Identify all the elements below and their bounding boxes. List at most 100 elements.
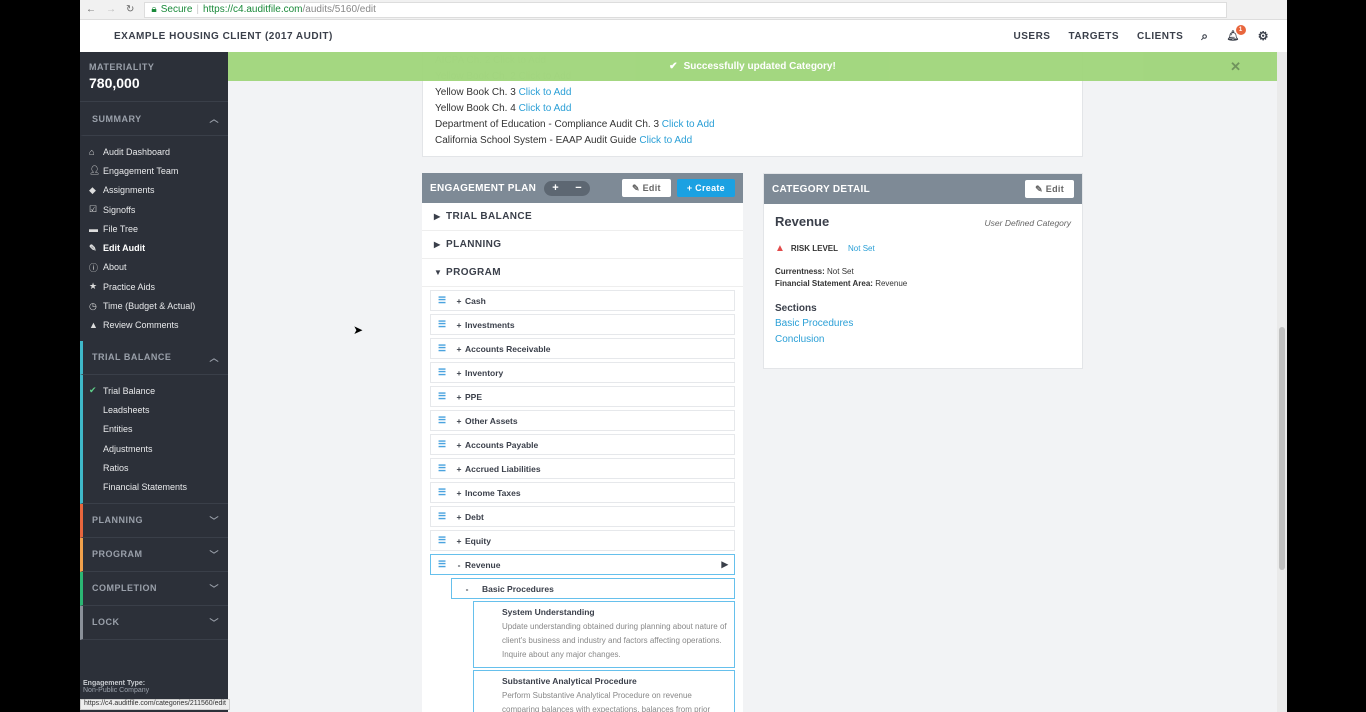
plan-group[interactable]: ▼ PROGRAM [422,259,743,287]
sidebar-item[interactable]: ◆ Assignments [80,181,228,200]
gear-icon[interactable]: ⚙ [1258,29,1269,43]
nav-clients[interactable]: CLIENTS [1137,31,1183,42]
sidebar-item[interactable]: 👤︎ Engagement Team [80,161,228,180]
category-row[interactable]: ☰ + Cash [430,290,735,311]
expand-icon[interactable]: + [453,368,465,378]
bell-icon[interactable]: 🔔︎ 1 [1227,24,1246,42]
nav-users[interactable]: USERS [1014,31,1051,42]
section-lock[interactable]: LOCK ﹀ [80,605,228,640]
category-row-revenue[interactable]: ☰ - Revenue ▶ [430,554,735,575]
expand-icon[interactable]: + [453,464,465,474]
expand-icon[interactable]: + [453,392,465,402]
sidebar-item[interactable]: Entities [83,420,228,439]
drag-handle-icon[interactable]: ☰ [431,295,453,306]
section-link[interactable]: Conclusion [775,332,1071,348]
pencil-icon: ✎ [89,242,97,253]
scrollbar[interactable] [1277,52,1287,712]
category-row[interactable]: ☰ + PPE [430,386,735,407]
address-bar[interactable]: 🔒︎ Secure | https://c4.auditfile.com/audits… [144,1,1227,18]
sidebar-item[interactable]: Financial Statements [83,477,228,496]
nav-targets[interactable]: TARGETS [1068,31,1119,42]
category-row[interactable]: ☰ + Accrued Liabilities [430,458,735,479]
edit-plan-button[interactable]: ✎ Edit [621,179,671,197]
sidebar-item[interactable]: Ratios [83,458,228,477]
sidebar-item[interactable]: ◷ Time (Budget & Actual) [80,296,228,315]
minus-icon[interactable]: − [575,182,582,194]
sidebar-item-label: Entities [103,424,133,435]
expand-icon[interactable]: + [453,320,465,330]
expand-icon[interactable]: + [453,512,465,522]
risk-value-link[interactable]: Not Set [848,244,875,253]
category-row[interactable]: ☰ + Income Taxes [430,482,735,503]
drag-handle-icon[interactable]: ☰ [431,367,453,378]
expand-collapse-toggle[interactable]: + − [544,180,591,196]
user-icon: 👤︎ [89,165,101,176]
click-to-add-link[interactable]: Click to Add [662,119,715,130]
expand-icon[interactable]: + [453,344,465,354]
expand-icon[interactable]: + [453,296,465,306]
section-link[interactable]: Basic Procedures [775,316,1071,332]
section-trial-balance[interactable]: TRIAL BALANCE ︿ [80,340,228,375]
sidebar-item[interactable]: ✔ Trial Balance [83,381,228,400]
info-icon: ⓘ [89,262,99,273]
forward-icon[interactable]: → [106,4,116,15]
collapse-icon[interactable]: - [453,560,465,570]
expand-icon[interactable]: + [453,440,465,450]
drag-handle-icon[interactable]: ☰ [431,319,453,330]
scrollbar-thumb[interactable] [1279,327,1285,570]
materiality-value: 780,000 [89,75,140,91]
section-row-basic-procedures[interactable]: - Basic Procedures [451,578,735,599]
edit-category-button[interactable]: ✎ Edit [1025,180,1074,198]
category-label: Equity [465,535,491,546]
category-row[interactable]: ☰ + Other Assets [430,410,735,431]
click-to-add-link[interactable]: Click to Add [639,135,692,146]
category-row[interactable]: ☰ + Inventory [430,362,735,383]
reload-icon[interactable]: ↻ [126,4,134,15]
drag-handle-icon[interactable]: ☰ [431,343,453,354]
plan-group[interactable]: ▶ TRIAL BALANCE [422,203,743,231]
click-to-add-link[interactable]: Click to Add [519,87,572,98]
drag-handle-icon[interactable]: ☰ [431,487,453,498]
caret-right-icon[interactable]: ▶ [721,559,728,570]
expand-icon[interactable]: + [453,488,465,498]
section-completion[interactable]: COMPLETION ﹀ [80,571,228,606]
drag-handle-icon[interactable]: ☰ [431,463,453,474]
sidebar-item[interactable]: ★ Practice Aids [80,277,228,296]
expand-icon[interactable]: + [453,536,465,546]
section-label: LOCK [92,617,120,628]
sidebar-item[interactable]: ▬ File Tree [80,219,228,238]
drag-handle-icon[interactable]: ☰ [431,511,453,522]
close-icon[interactable]: ✕ [1230,59,1241,75]
category-row[interactable]: ☰ + Accounts Payable [430,434,735,455]
sidebar-item[interactable]: ▲ Review Comments [80,316,228,335]
section-planning[interactable]: PLANNING ﹀ [80,503,228,538]
category-row[interactable]: ☰ + Debt [430,506,735,527]
click-to-add-link[interactable]: Click to Add [519,103,572,114]
procedure-item[interactable]: Substantive Analytical Procedure Perform … [473,670,735,712]
drag-handle-icon[interactable]: ☰ [431,391,453,402]
category-row[interactable]: ☰ + Investments [430,314,735,335]
category-row[interactable]: ☰ + Equity [430,530,735,551]
sidebar-item[interactable]: ⌂ Audit Dashboard [80,142,228,161]
procedure-item[interactable]: System Understanding Update understanding… [473,601,735,668]
plus-icon[interactable]: + [552,182,559,194]
section-program[interactable]: PROGRAM ﹀ [80,537,228,572]
drag-handle-icon[interactable]: ☰ [431,535,453,546]
drag-handle-icon[interactable]: ☰ [431,415,453,426]
sidebar-item[interactable]: Leadsheets [83,400,228,419]
expand-icon[interactable]: + [453,416,465,426]
search-icon[interactable]: ⌕ [1201,29,1208,44]
create-button[interactable]: + Create [676,179,735,197]
drag-handle-icon[interactable]: ☰ [431,559,453,570]
sidebar-item[interactable]: ☑ Signoffs [80,200,228,219]
back-icon[interactable]: ← [86,4,96,15]
sidebar-item[interactable]: ✎ Edit Audit [80,238,228,257]
collapse-icon[interactable]: - [452,584,482,594]
drag-handle-icon[interactable]: ☰ [431,439,453,450]
category-row[interactable]: ☰ + Accounts Receivable [430,338,735,359]
plan-group[interactable]: ▶ PLANNING [422,231,743,259]
section-summary[interactable]: SUMMARY ︿ [80,102,228,136]
group-label: PROGRAM [446,267,502,278]
sidebar-item[interactable]: ⓘ About [80,258,228,277]
sidebar-item[interactable]: Adjustments [83,439,228,458]
